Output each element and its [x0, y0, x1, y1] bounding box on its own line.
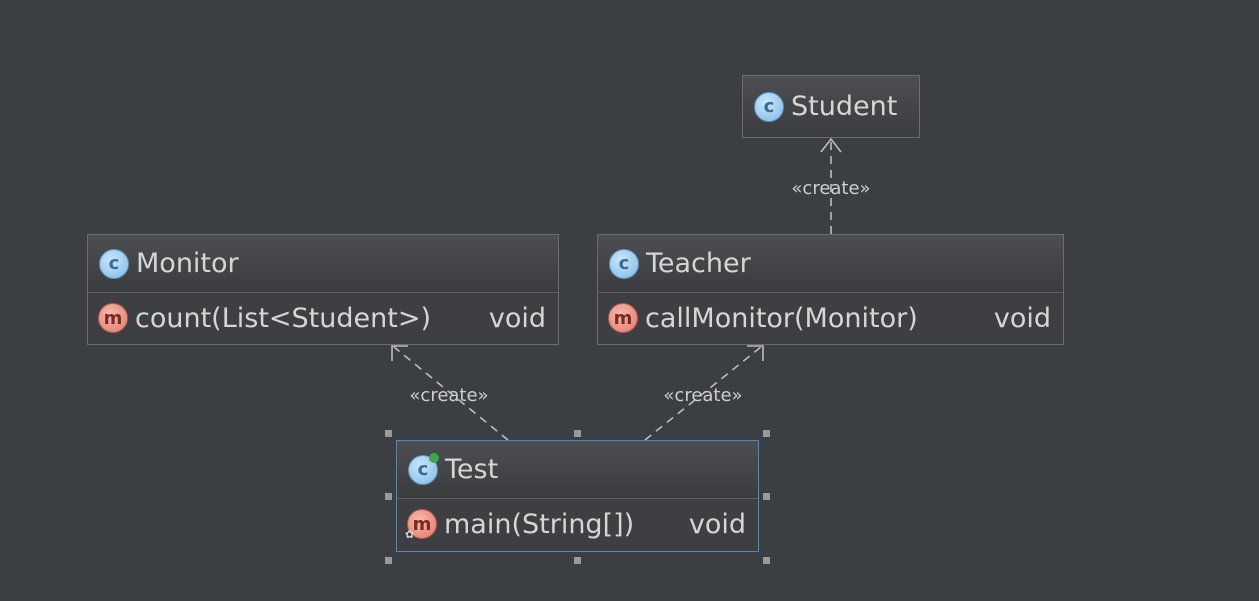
class-icon: c	[754, 91, 784, 122]
resize-handle[interactable]	[574, 430, 581, 437]
relation-test-monitor[interactable]: «create»	[391, 345, 509, 441]
class-header: c Student	[743, 76, 919, 137]
class-icon: c	[99, 248, 129, 279]
static-modifier-icon: ✿	[405, 528, 415, 541]
resize-handle[interactable]	[385, 493, 392, 500]
class-icon: c	[609, 248, 639, 279]
class-name: Teacher	[646, 248, 751, 279]
resize-handle[interactable]	[763, 430, 770, 437]
resize-handle[interactable]	[763, 493, 770, 500]
relation-test-teacher[interactable]: «create»	[644, 345, 764, 441]
static-method-icon: m ✿	[405, 509, 437, 541]
method-signature: count(List<Student>)	[135, 302, 431, 334]
method-row[interactable]: m count(List<Student>) void	[88, 293, 558, 343]
class-node-monitor[interactable]: c Monitor m count(List<Student>) void	[87, 234, 559, 345]
method-signature: callMonitor(Monitor)	[645, 302, 918, 334]
relation-teacher-student[interactable]: «create»	[791, 137, 871, 234]
relation-label: «create»	[409, 385, 488, 406]
method-row[interactable]: m ✿ main(String[]) void	[397, 499, 758, 549]
resize-handle[interactable]	[574, 557, 581, 564]
method-signature: main(String[])	[444, 508, 635, 540]
class-node-student[interactable]: c Student	[742, 75, 920, 138]
method-row[interactable]: m callMonitor(Monitor) void	[598, 293, 1063, 343]
class-name: Test	[445, 454, 499, 485]
relation-label: «create»	[791, 178, 870, 199]
class-name: Student	[791, 91, 898, 122]
runnable-class-icon: c	[408, 452, 439, 485]
run-badge-icon	[429, 452, 439, 463]
class-name: Monitor	[136, 248, 239, 279]
class-node-test[interactable]: c Test m ✿ main(String[]) void	[396, 440, 759, 552]
method-return-type: void	[993, 302, 1051, 334]
relation-label: «create»	[663, 385, 742, 406]
class-header: c Monitor	[88, 235, 558, 292]
resize-handle[interactable]	[763, 557, 770, 564]
resize-handle[interactable]	[385, 430, 392, 437]
method-return-type: void	[488, 302, 546, 334]
method-icon: m	[608, 303, 638, 333]
class-header: c Teacher	[598, 235, 1063, 292]
method-return-type: void	[688, 508, 746, 540]
diagram-canvas[interactable]: «create» «create» «create» c Student c M…	[0, 0, 1259, 601]
class-node-teacher[interactable]: c Teacher m callMonitor(Monitor) void	[597, 234, 1064, 345]
resize-handle[interactable]	[385, 557, 392, 564]
method-icon: m	[98, 303, 128, 333]
class-header: c Test	[397, 441, 758, 498]
